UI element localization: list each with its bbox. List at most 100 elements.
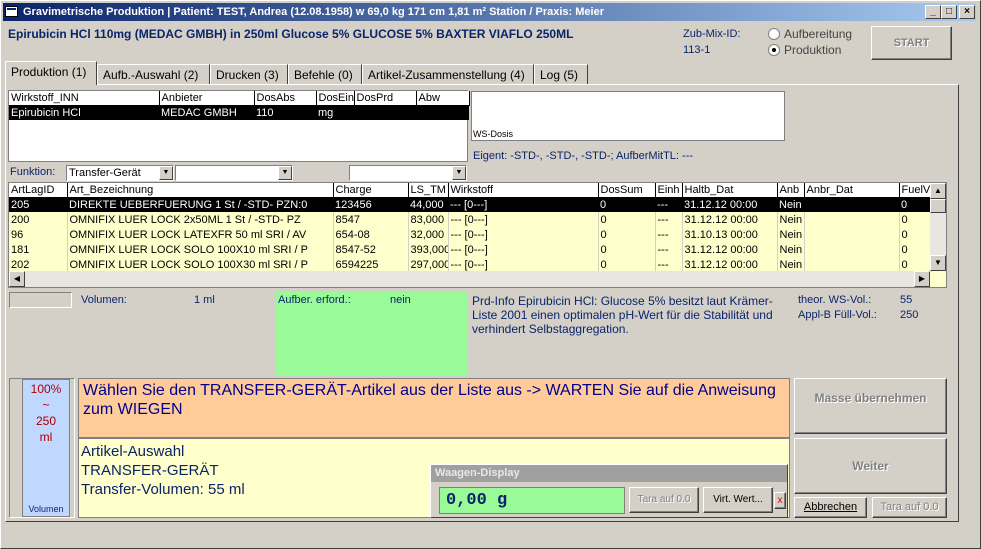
close-icon[interactable]: x (774, 492, 786, 509)
cell (416, 105, 469, 120)
cell: --- [0---] (448, 227, 599, 242)
volumen-label: Volumen: (81, 294, 127, 306)
cell: 0 (899, 197, 931, 212)
cell: OMNIFIX LUER LOCK SOLO 100X30 ml SRI / P (67, 257, 334, 272)
col-dosprd[interactable]: DosPrd (354, 91, 417, 106)
minimize-button[interactable]: _ (925, 5, 941, 19)
cell: 200 (9, 212, 68, 227)
funktion-select[interactable]: Transfer-Gerät ▼ (66, 165, 174, 181)
radio-produktion[interactable] (768, 44, 780, 56)
cell: 202 (9, 257, 68, 272)
cell: 123456 (333, 197, 408, 212)
filter-select-3[interactable]: ▼ (349, 165, 467, 181)
scroll-right-icon[interactable]: ▶ (914, 271, 930, 287)
waagen-title-bar[interactable]: Waagen-Display (431, 465, 787, 482)
cell: 0 (899, 257, 932, 272)
cell: --- (655, 212, 683, 227)
col-fuelv[interactable]: FuelV (899, 183, 932, 198)
col-charge[interactable]: Charge (333, 183, 409, 198)
col-anbr-dat[interactable]: Anbr_Dat (804, 183, 900, 198)
scroll-left-icon[interactable]: ◀ (9, 271, 25, 287)
tab-aufb-auswahl[interactable]: Aufb.-Auswahl (2) (97, 64, 210, 84)
cell: 393,000 (408, 242, 449, 257)
col-dosein[interactable]: DosEin (316, 91, 355, 106)
table-row[interactable]: Epirubicin HCl MEDAC GMBH 110 mg (9, 105, 469, 120)
cell: mg (316, 105, 354, 120)
tab-produktion[interactable]: Produktion (1) (5, 61, 97, 85)
cell: 44,000 (408, 197, 448, 212)
cell (804, 227, 900, 242)
tab-befehle[interactable]: Befehle (0) (288, 64, 362, 84)
cell: 8547-52 (333, 242, 409, 257)
weiter-button[interactable]: Weiter (794, 438, 947, 494)
aufber-label: Aufber. erford.: (278, 294, 351, 306)
cell (354, 105, 416, 120)
tab-drucken[interactable]: Drucken (3) (210, 64, 288, 84)
table-row[interactable]: 96 OMNIFIX LUER LOCK LATEXFR 50 ml SRI / … (9, 227, 932, 242)
funktion-label: Funktion: (10, 166, 56, 178)
tara-button-small[interactable]: Tara auf 0.0 (629, 487, 699, 513)
cell: 96 (9, 227, 68, 242)
volume-gauge: 100% ~ 250 ml Volumen (9, 378, 75, 518)
col-haltb-dat[interactable]: Haltb_Dat (682, 183, 778, 198)
tab-artikel-zusammenstellung[interactable]: Artikel-Zusammenstellung (4) (362, 64, 534, 84)
dropdown-arrow-icon[interactable]: ▼ (159, 166, 173, 180)
table-row[interactable]: 181 OMNIFIX LUER LOCK SOLO 100X10 ml SRI … (9, 242, 932, 257)
theor-ws-vol-label: theor. WS-Vol.: (798, 294, 872, 306)
scroll-down-icon[interactable]: ▼ (930, 255, 946, 271)
tab-log[interactable]: Log (5) (534, 64, 588, 84)
dropdown-arrow-icon[interactable]: ▼ (278, 166, 292, 180)
cell: DIREKTE UEBERFUERUNG 1 St / -STD- PZN:0 (67, 197, 333, 212)
col-wirkstoff[interactable]: Wirkstoff (448, 183, 599, 198)
tara-button[interactable]: Tara auf 0.0 (872, 497, 947, 518)
close-button[interactable]: × (959, 5, 975, 19)
cell: --- [0---] (448, 197, 598, 212)
table-row[interactable]: 200 OMNIFIX LUER LOCK 2x50ML 1 St / -STD-… (9, 212, 932, 227)
maximize-button[interactable]: □ (941, 5, 957, 19)
col-art-bezeichnung[interactable]: Art_Bezeichnung (67, 183, 334, 198)
cell: 32,000 (408, 227, 449, 242)
applb-fuell-vol-label: Appl-B Füll-Vol.: (798, 309, 877, 321)
cell: --- [0---] (448, 242, 599, 257)
col-wirkstoff[interactable]: Wirkstoff_INN (9, 91, 160, 106)
masse-uebernehmen-button[interactable]: Masse übernehmen (794, 378, 947, 434)
dropdown-arrow-icon[interactable]: ▼ (452, 166, 466, 180)
cell: 6594225 (333, 257, 409, 272)
scroll-thumb[interactable] (930, 199, 946, 213)
col-dosabs[interactable]: DosAbs (254, 91, 317, 106)
col-ls-tm[interactable]: LS_TM (408, 183, 449, 198)
auswahl-line-1: Artikel-Auswahl (81, 443, 185, 460)
start-button[interactable]: START (871, 26, 952, 60)
cell: 0 (899, 242, 932, 257)
col-einh[interactable]: Einh (655, 183, 683, 198)
app-icon (5, 6, 18, 17)
cell: --- (655, 257, 683, 272)
cell: 0 (598, 242, 656, 257)
col-artlagid[interactable]: ArtLagID (9, 183, 68, 198)
theor-ws-vol-value: 55 (900, 294, 913, 306)
col-anbieter[interactable]: Anbieter (159, 91, 255, 106)
radio-aufbereitung[interactable] (768, 28, 780, 40)
table-row[interactable]: 202 OMNIFIX LUER LOCK SOLO 100X30 ml SRI … (9, 257, 932, 272)
cell: Nein (777, 257, 805, 272)
radio-aufbereitung-label: Aufbereitung (784, 27, 853, 41)
col-abw[interactable]: Abw (416, 91, 470, 106)
filter-select-2[interactable]: ▼ (175, 165, 293, 181)
cell: 205 (9, 197, 67, 212)
virt-wert-button[interactable]: Virt. Wert... (703, 487, 773, 513)
abbrechen-button[interactable]: Abbrechen (794, 497, 867, 518)
cell (804, 242, 900, 257)
cell: 31.12.12 00:00 (682, 242, 778, 257)
radio-produktion-label: Produktion (784, 43, 842, 57)
scroll-up-icon[interactable]: ▲ (930, 183, 946, 199)
col-anb[interactable]: Anb (777, 183, 805, 198)
volumen-value: 1 ml (194, 294, 215, 306)
table-row[interactable]: 205 DIREKTE UEBERFUERUNG 1 St / -STD- PZN… (9, 197, 931, 212)
col-dossum[interactable]: DosSum (598, 183, 656, 198)
horizontal-scrollbar[interactable]: ◀ ▶ (9, 271, 930, 287)
cell: 181 (9, 242, 68, 257)
cell: 0 (598, 212, 656, 227)
vertical-scrollbar[interactable]: ▲ ▼ (930, 183, 946, 271)
instruction-text: Wählen Sie den TRANSFER-GERÄT-Artikel au… (83, 382, 776, 418)
cell: 31.12.12 00:00 (682, 257, 778, 272)
